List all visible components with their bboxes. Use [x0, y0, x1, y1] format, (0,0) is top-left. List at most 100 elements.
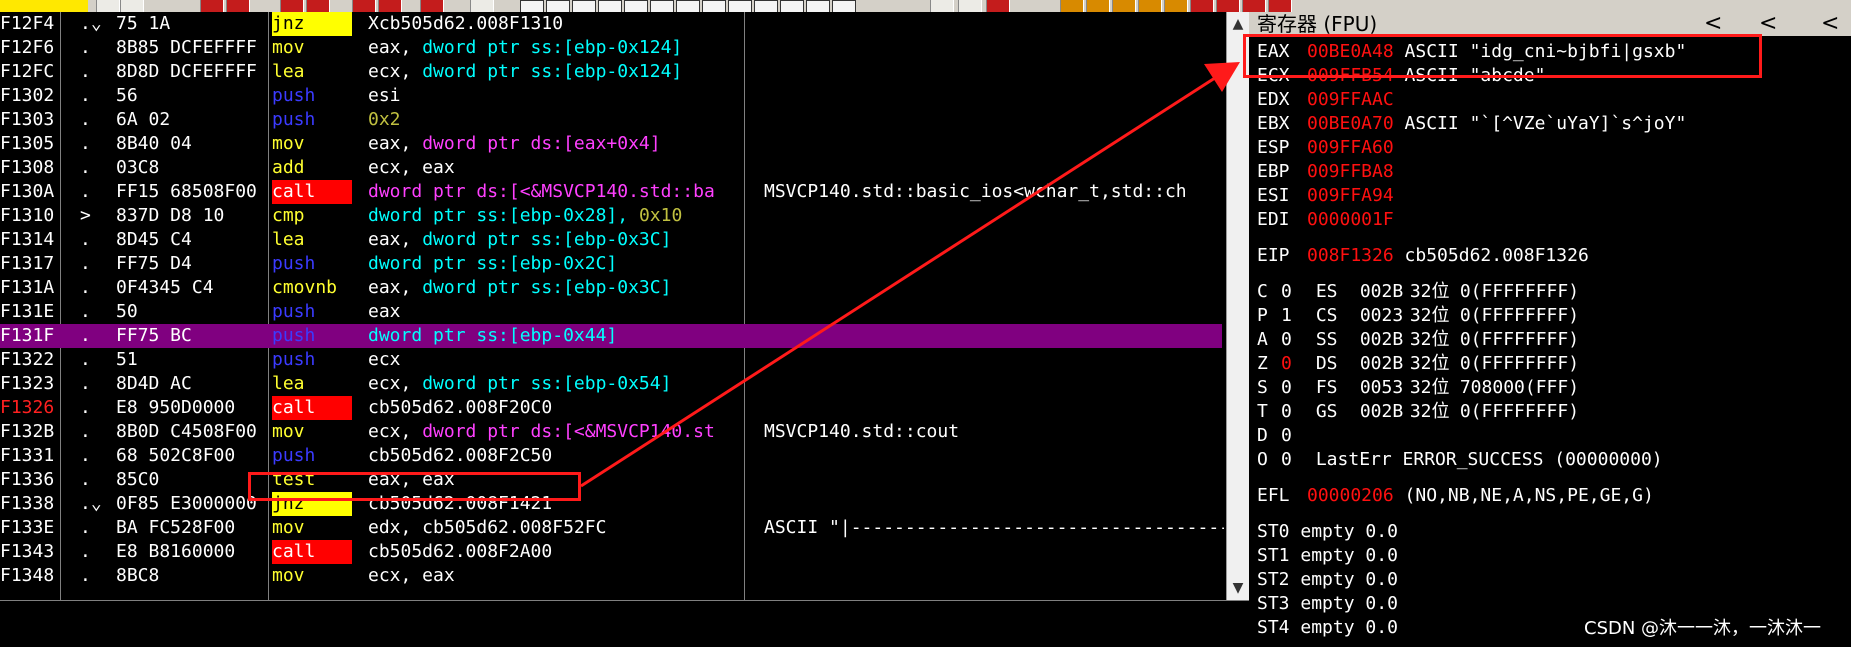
window-c-icon[interactable]	[676, 0, 700, 12]
flag-value[interactable]: 0	[1281, 448, 1305, 472]
disasm-row[interactable]: F1348. 8BC8 mov ecx, eax	[0, 564, 1222, 588]
disasm-row[interactable]: F1305. 8B40 04 mov eax, dword ptr ds:[eax+0…	[0, 132, 1222, 156]
register-pane[interactable]: 寄存器 (FPU) < < < EAX 00BE0A48 ASCII "idg_c…	[1249, 12, 1851, 646]
disasm-row[interactable]: F12F4 .⌄ 75 1A jnz Xcb505d62.008F1310	[0, 12, 1222, 36]
plugin-1-icon[interactable]	[1060, 0, 1084, 12]
register-value[interactable]: 00BE0A70	[1307, 113, 1394, 134]
flag-row[interactable]: O0 LastErr ERROR_SUCCESS (00000000)	[1257, 448, 1663, 472]
scroll-down-icon[interactable]: ▼	[1227, 578, 1249, 598]
disasm-row[interactable]: F1323. 8D4D AC lea ecx, dword ptr ss:[ebp-0…	[0, 372, 1222, 396]
disasm-row[interactable]: F131E. 50 push eax	[0, 300, 1222, 324]
nav-left-icon[interactable]: <	[1704, 12, 1722, 36]
plugin-2-icon[interactable]	[1086, 0, 1110, 12]
open-icon[interactable]	[96, 0, 120, 12]
flag-row[interactable]: S0 FS 0053 32位 708000(FFF)	[1257, 376, 1579, 400]
flag-value[interactable]: 0	[1281, 280, 1305, 304]
plugin-4-icon[interactable]	[1138, 0, 1162, 12]
list-icon[interactable]	[930, 0, 954, 12]
register-value[interactable]: 00000206	[1307, 485, 1394, 506]
window-b-icon[interactable]	[754, 0, 778, 12]
nav-left-icon[interactable]: <	[1759, 12, 1777, 36]
step-over-icon[interactable]	[306, 0, 330, 12]
fpu-row[interactable]: ST1 empty 0.0	[1257, 544, 1398, 568]
scroll-up-icon[interactable]: ▲	[1227, 14, 1249, 34]
register-value[interactable]: 009FFAAC	[1307, 89, 1394, 110]
disasm-row[interactable]: F1343. E8 B8160000 call cb505d62.008F2A00	[0, 540, 1222, 564]
disasm-row[interactable]: F12F6. 8B85 DCFEFFFF mov eax, dword ptr ss:…	[0, 36, 1222, 60]
window-l-icon[interactable]	[520, 0, 544, 12]
run-icon[interactable]	[200, 0, 224, 12]
register-row[interactable]: ESP 009FFA60	[1257, 136, 1394, 160]
options-icon[interactable]	[958, 0, 982, 12]
trace-into-icon[interactable]	[352, 0, 376, 12]
register-row[interactable]: EBX 00BE0A70 ASCII "`[^VZe`uYaY]`s^joY"	[1257, 112, 1686, 136]
disasm-row[interactable]: F1302. 56 push esi	[0, 84, 1222, 108]
flag-row[interactable]: Z0 DS 002B 32位 0(FFFFFFFF)	[1257, 352, 1579, 376]
window-m-icon[interactable]	[572, 0, 596, 12]
flag-row[interactable]: T0 GS 002B 32位 0(FFFFFFFF)	[1257, 400, 1579, 424]
pause-icon[interactable]	[226, 0, 250, 12]
flag-value[interactable]: 0	[1281, 400, 1305, 424]
disassembly-pane[interactable]: F12F4 .⌄ 75 1A jnz Xcb505d62.008F1310 F12F6. 8…	[0, 12, 1248, 600]
plugin-8-icon[interactable]	[1242, 0, 1266, 12]
disasm-row[interactable]: F131A. 0F4345 C4 cmovnb eax, dword ptr ss:[…	[0, 276, 1222, 300]
disasm-row[interactable]: F1336. 85C0 test eax, eax	[0, 468, 1222, 492]
window-w-icon[interactable]	[624, 0, 648, 12]
register-value[interactable]: 009FFA94	[1307, 185, 1394, 206]
register-row[interactable]: EBP 009FFBA8	[1257, 160, 1394, 184]
plugin-6-icon[interactable]	[1190, 0, 1214, 12]
register-value[interactable]: 008F1326	[1307, 245, 1394, 266]
plugin-9-icon[interactable]	[1268, 0, 1292, 12]
register-row[interactable]: EDI 0000001F	[1257, 208, 1394, 232]
flag-row[interactable]: P1 CS 0023 32位 0(FFFFFFFF)	[1257, 304, 1579, 328]
disasm-row[interactable]: F1322. 51 push ecx	[0, 348, 1222, 372]
window-t-icon[interactable]	[598, 0, 622, 12]
disasm-row[interactable]: F1310 >837D D8 10 cmp dword ptr ss:[ebp-0x2…	[0, 204, 1222, 228]
execute-till-return-icon[interactable]	[420, 0, 444, 12]
disasm-row[interactable]: F1338 .⌄ 0F85 E3000000 jnz cb505d62.008F1421	[0, 492, 1222, 516]
register-value[interactable]: 009FFBA8	[1307, 161, 1394, 182]
flag-value[interactable]: 1	[1281, 304, 1305, 328]
window-more-icon[interactable]	[806, 0, 830, 12]
fpu-row[interactable]: ST4 empty 0.0	[1257, 616, 1398, 640]
plugin-3-icon[interactable]	[1112, 0, 1136, 12]
flag-value[interactable]: 0	[1281, 352, 1305, 376]
step-into-icon[interactable]	[280, 0, 304, 12]
window-h-icon[interactable]	[650, 0, 674, 12]
disasm-row[interactable]: F132B. 8B0D C4508F00 mov ecx, dword ptr ds:…	[0, 420, 1222, 444]
fpu-row[interactable]: ST3 empty 0.0	[1257, 592, 1398, 616]
flag-row[interactable]: D0	[1257, 424, 1305, 448]
goto-icon[interactable]	[470, 0, 494, 12]
register-row[interactable]: EFL 00000206 (NO,NB,NE,A,NS,PE,GE,G)	[1257, 484, 1654, 508]
register-row[interactable]: ESI 009FFA94	[1257, 184, 1394, 208]
disasm-row[interactable]: F131F. FF75 BC push dword ptr ss:[ebp-0x44]	[0, 324, 1222, 348]
register-row[interactable]: EIP 008F1326 cb505d62.008F1326	[1257, 244, 1589, 268]
nav-left-icon[interactable]: <	[1821, 12, 1839, 36]
plugin-7-icon[interactable]	[1216, 0, 1240, 12]
disasm-row[interactable]: F1314. 8D45 C4 lea eax, dword ptr ss:[ebp-0…	[0, 228, 1222, 252]
flag-row[interactable]: A0 SS 002B 32位 0(FFFFFFFF)	[1257, 328, 1579, 352]
help-icon[interactable]	[986, 0, 1010, 12]
disasm-row[interactable]: F133E. BA FC528F00 mov edx, cb505d62.008F52…	[0, 516, 1224, 540]
flag-row[interactable]: C0 ES 002B 32位 0(FFFFFFFF)	[1257, 280, 1579, 304]
fpu-row[interactable]: ST0 empty 0.0	[1257, 520, 1398, 544]
disasm-row[interactable]: F12FC. 8D8D DCFEFFFF lea ecx, dword ptr ss:…	[0, 60, 1222, 84]
disassembly-scrollbar[interactable]: ▲ ▼	[1226, 12, 1249, 600]
window-r-icon[interactable]	[780, 0, 804, 12]
toolbar-address-field[interactable]	[0, 0, 88, 12]
disasm-row[interactable]: F1303. 6A 02 push 0x2	[0, 108, 1222, 132]
disasm-row[interactable]: F1326. E8 950D0000 call cb505d62.008F20C0	[0, 396, 1222, 420]
register-row[interactable]: EDX 009FFAAC	[1257, 88, 1394, 112]
flag-value[interactable]: 0	[1281, 328, 1305, 352]
register-value[interactable]: 0000001F	[1307, 209, 1394, 230]
window-s-icon[interactable]	[832, 0, 856, 12]
window-p-icon[interactable]	[702, 0, 726, 12]
flag-value[interactable]: 0	[1281, 424, 1305, 448]
disasm-row[interactable]: F1308. 03C8 add ecx, eax	[0, 156, 1222, 180]
disasm-row[interactable]: F1317. FF75 D4 push dword ptr ss:[ebp-0x2C]	[0, 252, 1222, 276]
flag-value[interactable]: 0	[1281, 376, 1305, 400]
disasm-row[interactable]: F130A. FF15 68508F00 call dword ptr ds:[<&M…	[0, 180, 1222, 204]
disasm-row[interactable]: F1331. 68 502C8F00 push cb505d62.008F2C50	[0, 444, 1222, 468]
rewind-icon[interactable]	[120, 0, 144, 12]
register-value[interactable]: 009FFA60	[1307, 137, 1394, 158]
